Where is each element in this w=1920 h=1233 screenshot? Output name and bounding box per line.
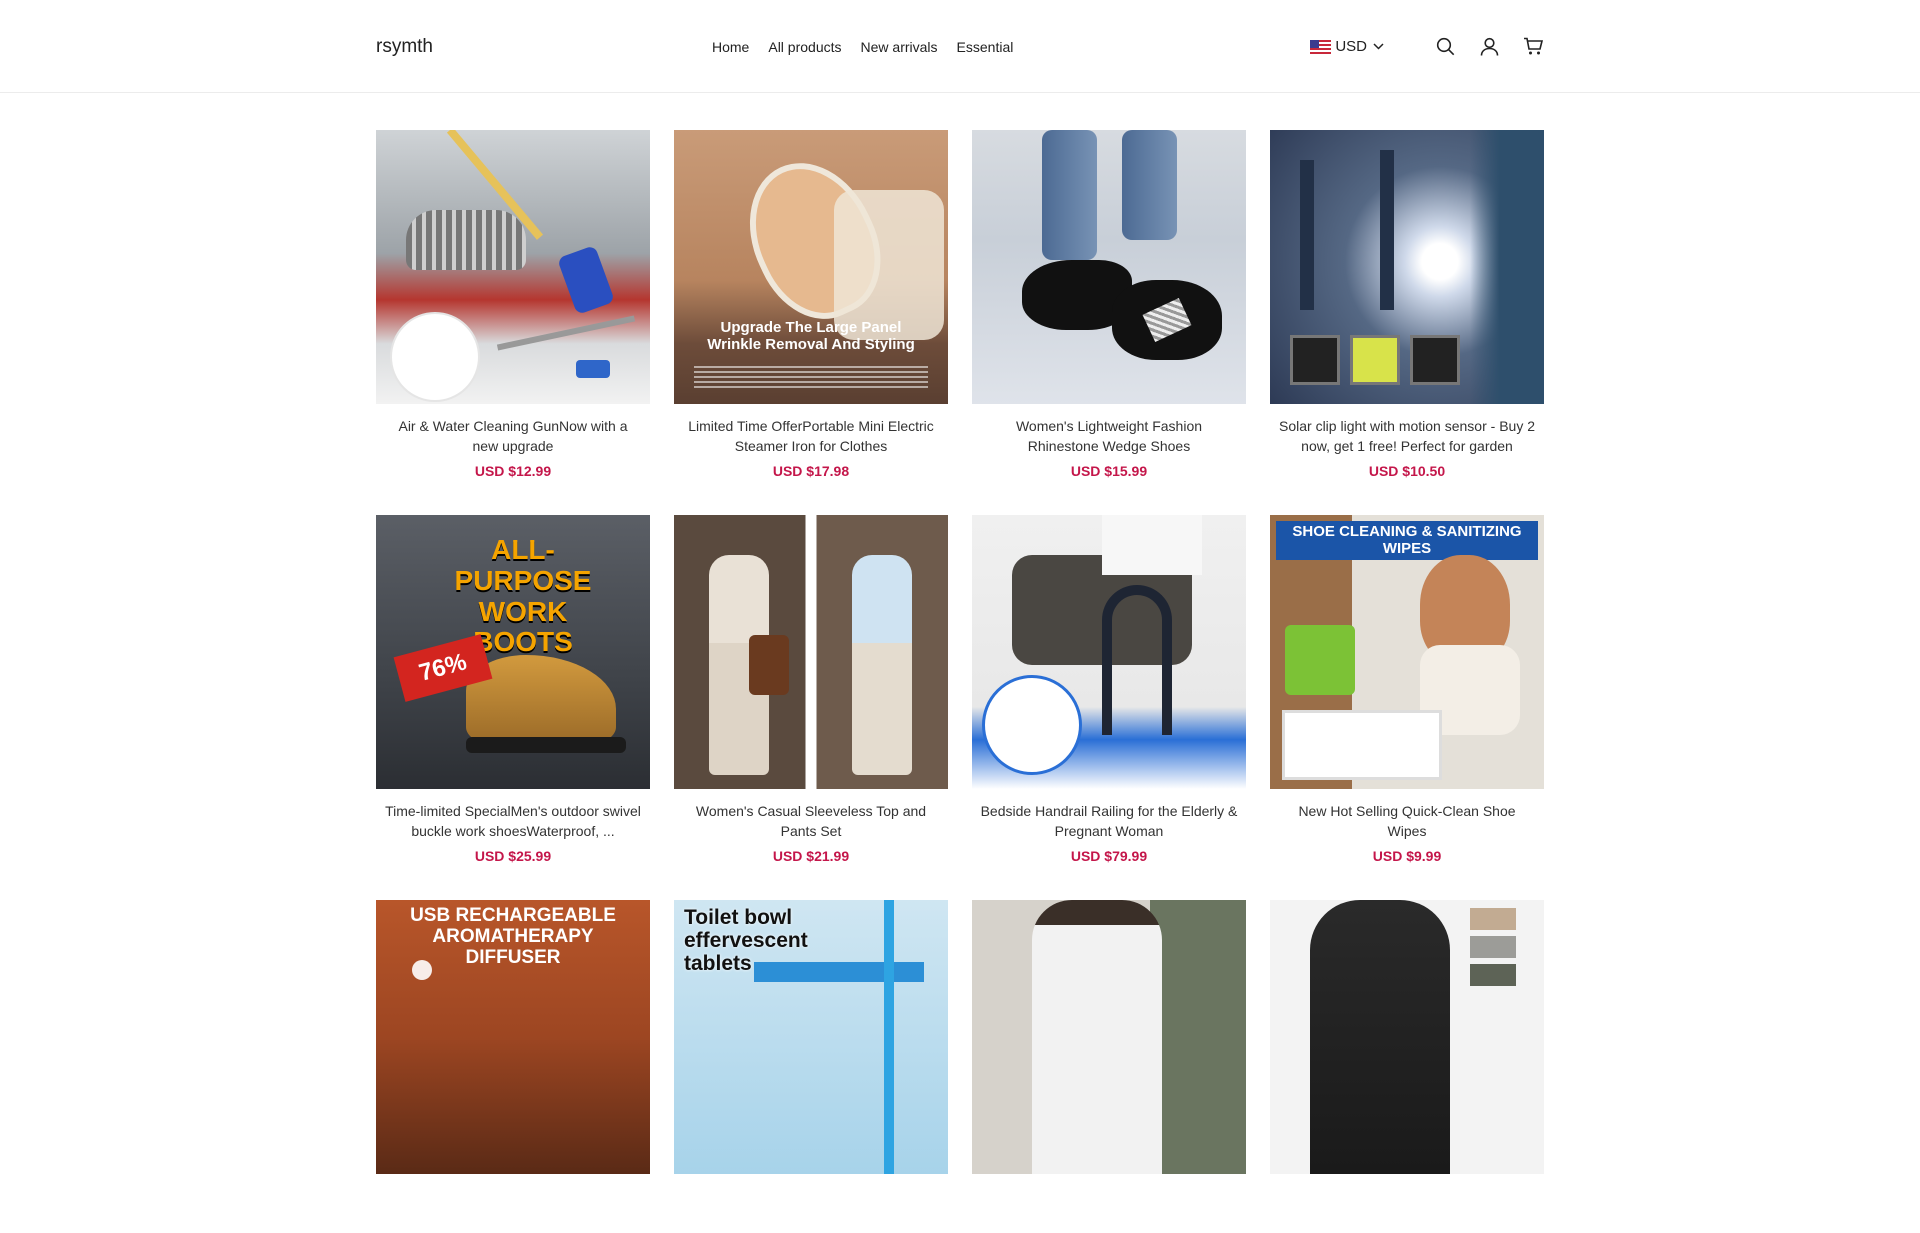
product-image[interactable] — [1270, 130, 1544, 404]
account-button[interactable] — [1478, 36, 1500, 58]
product-image[interactable]: SHOE CLEANING & SANITIZING WIPES — [1270, 515, 1544, 789]
product-price: USD $12.99 — [474, 463, 552, 479]
product-title[interactable] — [376, 1186, 650, 1226]
product-card[interactable]: Women's Lightweight Fashion Rhinestone W… — [972, 130, 1246, 479]
nav-item-essential[interactable]: Essential — [957, 39, 1014, 55]
product-card[interactable] — [972, 900, 1246, 1233]
product-card[interactable] — [1270, 900, 1544, 1233]
product-image[interactable] — [972, 515, 1246, 789]
discount-badge: 76% — [416, 648, 470, 687]
product-card[interactable]: Solar clip light with motion sensor - Bu… — [1270, 130, 1544, 479]
product-card[interactable]: USB RECHARGEABLE AROMATHERAPY DIFFUSER — [376, 900, 650, 1233]
header-inner: rsymth Home All products New arrivals Es… — [376, 0, 1544, 93]
product-image[interactable]: ALL-PURPOSE WORK BOOTS 76% — [376, 515, 650, 789]
product-image[interactable] — [972, 130, 1246, 404]
store-logo[interactable]: rsymth — [376, 36, 712, 58]
user-icon — [1480, 37, 1498, 56]
product-image[interactable] — [1270, 900, 1544, 1174]
product-title[interactable]: New Hot Selling Quick-Clean Shoe Wipes — [1270, 801, 1544, 841]
us-flag-icon — [1310, 39, 1332, 54]
product-image[interactable] — [972, 900, 1246, 1174]
product-image-caption: SHOE CLEANING & SANITIZING WIPES — [1276, 521, 1538, 560]
nav-item-new-arrivals[interactable]: New arrivals — [861, 39, 938, 55]
product-card[interactable]: Bedside Handrail Railing for the Elderly… — [972, 515, 1246, 864]
product-grid: Air & Water Cleaning GunNow with a new u… — [376, 130, 1544, 1233]
product-image[interactable]: Upgrade The Large Panel Wrinkle Removal … — [674, 130, 948, 404]
product-card[interactable]: Women's Casual Sleeveless Top and Pants … — [674, 515, 948, 864]
nav-item-home[interactable]: Home — [712, 39, 749, 55]
product-image[interactable]: USB RECHARGEABLE AROMATHERAPY DIFFUSER — [376, 900, 650, 1174]
product-price: USD $25.99 — [474, 848, 552, 864]
cart-button[interactable] — [1522, 36, 1544, 58]
search-icon — [1436, 37, 1454, 56]
product-price: USD $17.98 — [772, 463, 850, 479]
chevron-down-icon — [1373, 43, 1384, 50]
product-image-caption: Upgrade The Large Panel Wrinkle Removal … — [707, 319, 915, 353]
product-image[interactable] — [376, 130, 650, 404]
product-title[interactable]: Women's Casual Sleeveless Top and Pants … — [674, 801, 948, 841]
product-title[interactable]: Air & Water Cleaning GunNow with a new u… — [376, 416, 650, 456]
product-title[interactable]: Solar clip light with motion sensor - Bu… — [1270, 416, 1544, 456]
product-card[interactable]: Toilet bowl effervescent tablets — [674, 900, 948, 1233]
product-card[interactable]: Upgrade The Large Panel Wrinkle Removal … — [674, 130, 948, 479]
product-title[interactable]: Bedside Handrail Railing for the Elderly… — [972, 801, 1246, 841]
product-title[interactable] — [1270, 1186, 1544, 1226]
product-price: USD $15.99 — [1070, 463, 1148, 479]
product-card[interactable]: ALL-PURPOSE WORK BOOTS 76% Time-limited … — [376, 515, 650, 864]
nav-item-all-products[interactable]: All products — [768, 39, 841, 55]
product-title[interactable] — [972, 1186, 1246, 1226]
product-price: USD $10.50 — [1368, 463, 1446, 479]
product-title[interactable] — [674, 1186, 948, 1226]
product-card[interactable]: Air & Water Cleaning GunNow with a new u… — [376, 130, 650, 479]
main-nav: Home All products New arrivals Essential — [712, 39, 1013, 55]
product-image[interactable]: Toilet bowl effervescent tablets — [674, 900, 948, 1174]
search-button[interactable] — [1434, 36, 1456, 58]
site-header: rsymth Home All products New arrivals Es… — [0, 0, 1920, 93]
currency-code: USD — [1335, 38, 1367, 55]
product-price: USD $21.99 — [772, 848, 850, 864]
cart-icon — [1523, 37, 1543, 55]
header-actions: USD — [1310, 36, 1544, 58]
product-card[interactable]: SHOE CLEANING & SANITIZING WIPES New Hot… — [1270, 515, 1544, 864]
product-title[interactable]: Women's Lightweight Fashion Rhinestone W… — [972, 416, 1246, 456]
product-image[interactable] — [674, 515, 948, 789]
product-price: USD $79.99 — [1070, 848, 1148, 864]
product-price: USD $9.99 — [1372, 848, 1442, 864]
currency-selector[interactable]: USD — [1310, 38, 1384, 55]
product-title[interactable]: Limited Time OfferPortable Mini Electric… — [674, 416, 948, 456]
product-title[interactable]: Time-limited SpecialMen's outdoor swivel… — [376, 801, 650, 841]
